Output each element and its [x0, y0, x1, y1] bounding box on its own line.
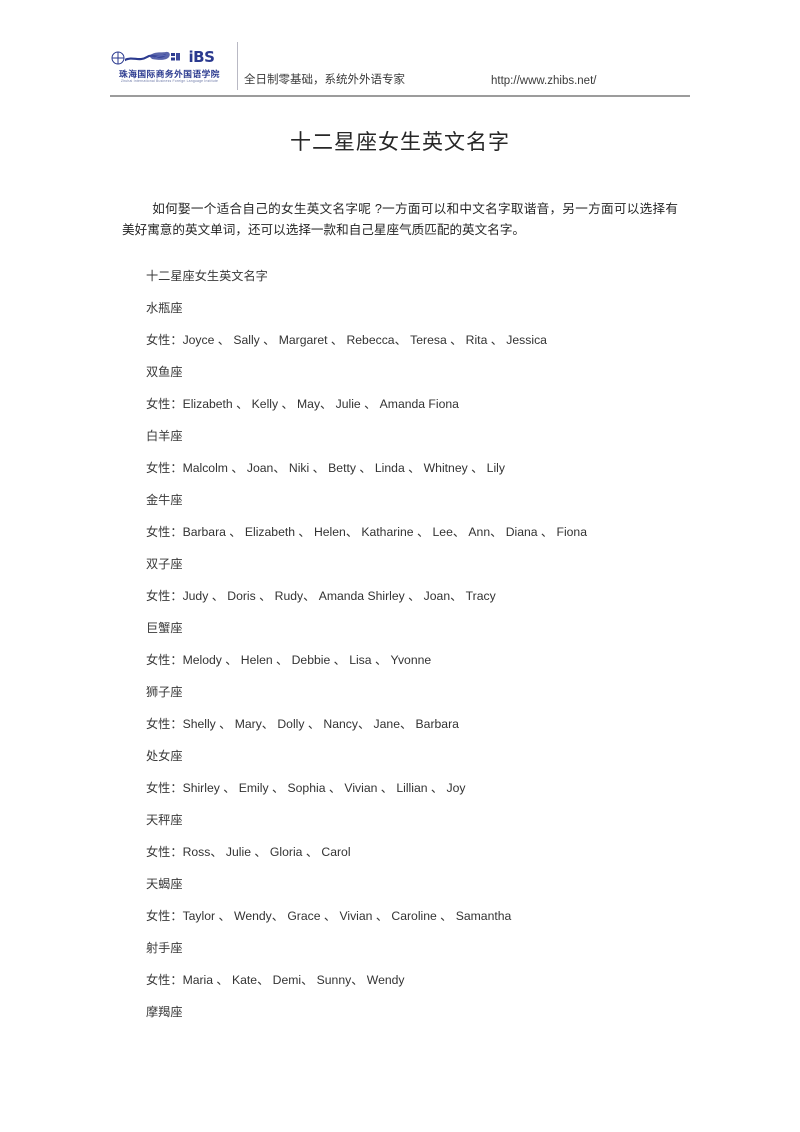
zodiac-name-values: Maria 、 Kate、 Demi、 Sunny、 Wendy — [182, 973, 405, 987]
zodiac-name-values: Joyce 、 Sally 、 Margaret 、 Rebecca、 Tere… — [182, 333, 547, 347]
zodiac-name-values: Taylor 、 Wendy、 Grace 、 Vivian 、 Carolin… — [182, 909, 512, 923]
zodiac-sign-label: 金牛座 — [146, 493, 183, 507]
zodiac-name-values: Shirley 、 Emily 、 Sophia 、 Vivian 、 Lill… — [182, 781, 466, 795]
zodiac-sign-label: 狮子座 — [146, 685, 183, 699]
logo-brand-text: iBS — [188, 48, 215, 67]
zodiac-sign-heading: 水瓶座 — [146, 302, 746, 334]
zodiac-sign-heading: 双鱼座 — [146, 366, 746, 398]
gender-label: 女性： — [146, 973, 183, 987]
gender-label: 女性： — [146, 397, 183, 411]
page-title: 十二星座女生英文名字 — [290, 131, 510, 154]
zodiac-names-row: 女性：Elizabeth 、 Kelly 、 May、 Julie 、 Aman… — [146, 398, 746, 430]
gender-label: 女性： — [146, 845, 183, 859]
zodiac-names-row: 女性：Barbara 、 Elizabeth 、 Helen、 Katharin… — [146, 526, 746, 558]
gender-label: 女性： — [146, 333, 183, 347]
zodiac-sign-label: 射手座 — [146, 941, 183, 955]
gender-label: 女性： — [146, 717, 183, 731]
swoosh-icon — [123, 50, 187, 66]
zodiac-name-values: Shelly 、 Mary、 Dolly 、 Nancy、 Jane、 Barb… — [182, 717, 459, 731]
zodiac-section-list: 水瓶座 女性：Joyce 、 Sally 、 Margaret 、 Rebecca… — [146, 302, 746, 1038]
zodiac-sign-heading: 金牛座 — [146, 494, 746, 526]
zodiac-sign-heading: 摩羯座 — [146, 1006, 746, 1038]
zodiac-name-values: Elizabeth 、 Kelly 、 May、 Julie 、 Amanda … — [182, 397, 459, 411]
zodiac-names-row: 女性：Judy 、 Doris 、 Rudy、 Amanda Shirley 、… — [146, 590, 746, 622]
gender-label: 女性： — [146, 589, 183, 603]
zodiac-names-row: 女性：Joyce 、 Sally 、 Margaret 、 Rebecca、 T… — [146, 334, 746, 366]
content-body: 十二星座女生英文名字 水瓶座 女性：Joyce 、 Sally 、 Margare… — [146, 270, 746, 1038]
zodiac-names-row: 女性：Malcolm 、 Joan、 Niki 、 Betty 、 Linda … — [146, 462, 746, 494]
content-heading: 十二星座女生英文名字 — [146, 269, 268, 283]
zodiac-sign-label: 处女座 — [146, 749, 183, 763]
zodiac-name-values: Malcolm 、 Joan、 Niki 、 Betty 、 Linda 、 W… — [182, 461, 505, 475]
logo-chinese-name: 珠海国际商务外国语学院 — [118, 68, 220, 79]
zodiac-sign-label: 天秤座 — [146, 813, 183, 827]
ibs-logo: iBS 珠海国际商务外国语学院 Zhuhai International Bus… — [110, 42, 238, 90]
zodiac-sign-heading: 双子座 — [146, 558, 746, 590]
zodiac-names-row: 女性：Melody 、 Helen 、 Debbie 、 Lisa 、 Yvon… — [146, 654, 746, 686]
document-page: iBS 珠海国际商务外国语学院 Zhuhai International Bus… — [0, 0, 800, 1132]
zodiac-sign-heading: 狮子座 — [146, 686, 746, 718]
circled-cross-icon — [111, 51, 125, 65]
zodiac-sign-label: 白羊座 — [146, 429, 183, 443]
gender-label: 女性： — [146, 909, 183, 923]
gender-label: 女性： — [146, 461, 183, 475]
zodiac-names-row: 女性：Shelly 、 Mary、 Dolly 、 Nancy、 Jane、 B… — [146, 718, 746, 750]
zodiac-sign-heading: 射手座 — [146, 942, 746, 974]
zodiac-sign-heading: 天秤座 — [146, 814, 746, 846]
zodiac-names-row: 女性：Maria 、 Kate、 Demi、 Sunny、 Wendy — [146, 974, 746, 1006]
zodiac-sign-heading: 天蝎座 — [146, 878, 746, 910]
zodiac-names-row: 女性：Taylor 、 Wendy、 Grace 、 Vivian 、 Caro… — [146, 910, 746, 942]
zodiac-sign-heading: 巨蟹座 — [146, 622, 746, 654]
header-url[interactable]: http://www.zhibs.net/ — [491, 75, 596, 87]
zodiac-names-row: 女性：Shirley 、 Emily 、 Sophia 、 Vivian 、 L… — [146, 782, 746, 814]
zodiac-sign-label: 巨蟹座 — [146, 621, 183, 635]
header-slogan: 全日制零基础，系统外外语专家 — [244, 74, 405, 86]
gender-label: 女性： — [146, 525, 183, 539]
page-header: iBS 珠海国际商务外国语学院 Zhuhai International Bus… — [110, 40, 690, 90]
gender-label: 女性： — [146, 653, 183, 667]
intro-paragraph: 如何娶一个适合自己的女生英文名字呢 ?一方面可以和中文名字取谐音，另一方面可以选… — [122, 199, 678, 241]
header-divider — [110, 95, 690, 97]
zodiac-name-values: Judy 、 Doris 、 Rudy、 Amanda Shirley 、 Jo… — [182, 589, 496, 603]
zodiac-name-values: Barbara 、 Elizabeth 、 Helen、 Katharine 、… — [182, 525, 587, 539]
zodiac-sign-label: 双子座 — [146, 557, 183, 571]
gender-label: 女性： — [146, 781, 183, 795]
zodiac-names-row: 女性：Ross、 Julie 、 Gloria 、 Carol — [146, 846, 746, 878]
zodiac-sign-label: 天蝎座 — [146, 877, 183, 891]
zodiac-sign-label: 双鱼座 — [146, 365, 183, 379]
zodiac-name-values: Melody 、 Helen 、 Debbie 、 Lisa 、 Yvonne — [182, 653, 432, 667]
zodiac-sign-heading: 处女座 — [146, 750, 746, 782]
zodiac-name-values: Ross、 Julie 、 Gloria 、 Carol — [182, 845, 351, 859]
zodiac-sign-label: 摩羯座 — [146, 1005, 183, 1019]
zodiac-sign-heading: 白羊座 — [146, 430, 746, 462]
zodiac-sign-label: 水瓶座 — [146, 301, 183, 315]
intro-text: 如何娶一个适合自己的女生英文名字呢 ?一方面可以和中文名字取谐音，另一方面可以选… — [122, 201, 678, 237]
logo-english-name: Zhuhai International Business Foreign La… — [120, 79, 219, 84]
